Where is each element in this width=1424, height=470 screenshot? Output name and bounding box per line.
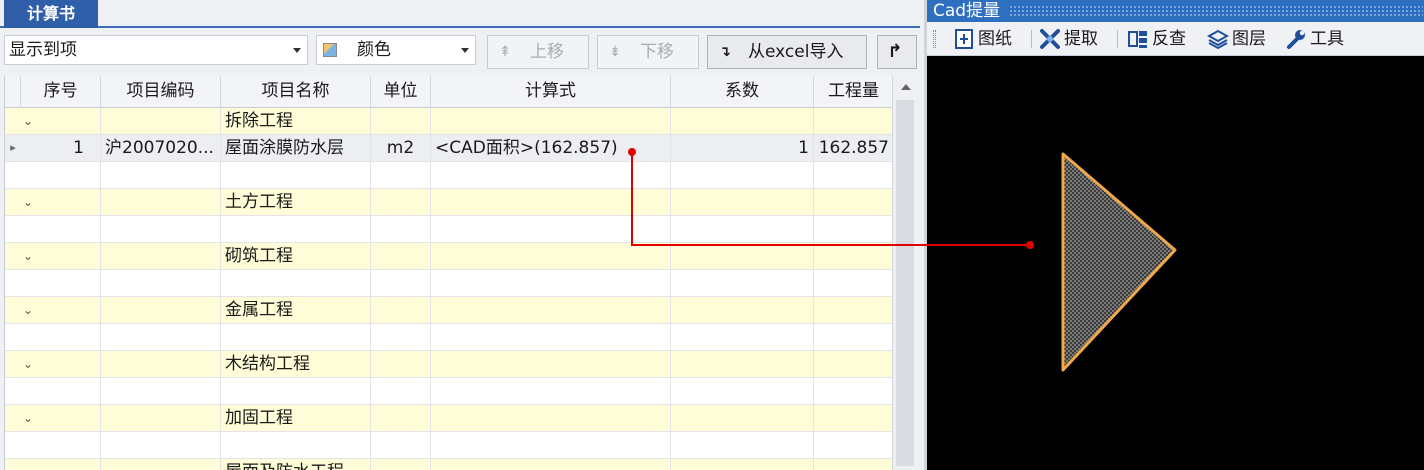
- row-indicator-icon: ▸: [10, 141, 16, 154]
- chevron-down-icon: [293, 48, 301, 53]
- group-row[interactable]: ⌄ 拆除工程: [5, 108, 892, 135]
- tool-extract-button[interactable]: 提取: [1039, 26, 1098, 52]
- display-level-select[interactable]: 显示到项: [4, 35, 308, 65]
- tool-reverse-lookup-button[interactable]: 反查: [1127, 26, 1186, 52]
- cell-unit[interactable]: m2: [371, 135, 431, 162]
- blank-row[interactable]: [5, 162, 892, 189]
- tool-layers-button[interactable]: 图层: [1207, 26, 1266, 52]
- cad-canvas[interactable]: [927, 57, 1424, 470]
- cad-panel-title-bar[interactable]: Cad提量: [927, 0, 1424, 22]
- tool-drawing-button[interactable]: 图纸: [953, 26, 1012, 52]
- import-excel-button[interactable]: ↴ 从excel导入: [707, 35, 867, 69]
- header-formula[interactable]: 计算式: [431, 76, 671, 108]
- selected-roof-area-shape[interactable]: [1061, 152, 1177, 372]
- group-name: 金属工程: [221, 297, 371, 324]
- header-qty[interactable]: 工程量: [814, 76, 892, 108]
- group-name: 木结构工程: [221, 351, 371, 378]
- grid-vertical-scrollbar[interactable]: [892, 76, 918, 470]
- blank-row[interactable]: [5, 270, 892, 297]
- group-name: 加固工程: [221, 405, 371, 432]
- extract-icon: [1040, 29, 1060, 49]
- header-seq[interactable]: 序号: [21, 76, 101, 108]
- color-select[interactable]: 颜色: [316, 35, 476, 65]
- reverse-lookup-icon: [1128, 31, 1147, 48]
- calc-toolbar: 显示到项 颜色 ⇞ 上移 ⇟ 下移 ↴ 从excel导入 ↱: [0, 32, 920, 72]
- cell-name[interactable]: 屋面涂膜防水层: [221, 135, 371, 162]
- tab-strip: 计算书: [0, 0, 920, 28]
- color-swatch-icon: [323, 43, 337, 57]
- import-arrow-icon: ↴: [719, 44, 731, 60]
- group-row[interactable]: ⌄ 砌筑工程: [5, 243, 892, 270]
- move-up-button[interactable]: ⇞ 上移: [487, 35, 589, 69]
- calc-panel: 计算书 显示到项 颜色 ⇞ 上移 ⇟ 下移 ↴ 从excel导入 ↱ 序号 项目…: [0, 0, 920, 470]
- cad-drawing: [1061, 152, 1177, 372]
- cell-coef[interactable]: 1: [671, 135, 814, 162]
- display-level-value: 显示到项: [9, 40, 77, 60]
- group-row[interactable]: ⌄ 加固工程: [5, 405, 892, 432]
- cad-panel: Cad提量 图纸 提取 反查 图层 工具: [924, 0, 1424, 470]
- header-gutter: [5, 76, 21, 108]
- redo-button[interactable]: ↱: [877, 35, 917, 69]
- group-row[interactable]: ⌄ 土方工程: [5, 189, 892, 216]
- group-row[interactable]: ⌄ 屋面及防水工程: [5, 459, 892, 470]
- cell-qty[interactable]: 162.857: [814, 135, 892, 162]
- drawing-icon: [955, 29, 973, 49]
- move-down-button[interactable]: ⇟ 下移: [597, 35, 699, 69]
- header-code[interactable]: 项目编码: [101, 76, 221, 108]
- group-name: 砌筑工程: [221, 243, 371, 270]
- blank-row[interactable]: [5, 432, 892, 459]
- group-name: 拆除工程: [221, 108, 371, 135]
- header-name[interactable]: 项目名称: [221, 76, 371, 108]
- blank-row[interactable]: [5, 378, 892, 405]
- cell-seq[interactable]: 1: [41, 135, 101, 162]
- tool-tools-button[interactable]: 工具: [1285, 26, 1344, 52]
- scroll-thumb[interactable]: [896, 100, 914, 466]
- blank-row[interactable]: [5, 324, 892, 351]
- tab-calc-book[interactable]: 计算书: [4, 0, 98, 28]
- group-row[interactable]: ⌄ 木结构工程: [5, 351, 892, 378]
- calc-grid: 序号 项目编码 项目名称 单位 计算式 系数 工程量 ⌄ 拆除工程 ▸ 1 沪2…: [4, 76, 892, 470]
- redo-arrow-icon: ↱: [887, 41, 903, 62]
- group-row[interactable]: ⌄ 金属工程: [5, 297, 892, 324]
- scroll-up-arrow-icon[interactable]: [901, 84, 911, 90]
- wrench-icon: [1287, 30, 1305, 49]
- header-coef[interactable]: 系数: [671, 76, 814, 108]
- grid-header: 序号 项目编码 项目名称 单位 计算式 系数 工程量: [5, 76, 892, 108]
- cad-panel-title: Cad提量: [933, 1, 1001, 21]
- layers-icon: [1207, 29, 1229, 50]
- header-unit[interactable]: 单位: [371, 76, 431, 108]
- cell-code[interactable]: 沪2007020...: [101, 135, 221, 162]
- group-name: 土方工程: [221, 189, 371, 216]
- cad-toolbar: 图纸 提取 反查 图层 工具: [927, 22, 1424, 56]
- toolbar-grip[interactable]: [933, 30, 936, 48]
- group-name: 屋面及防水工程: [221, 459, 371, 470]
- color-value: 颜色: [357, 40, 391, 60]
- blank-row[interactable]: [5, 216, 892, 243]
- cell-formula[interactable]: <CAD面积>(162.857): [431, 135, 671, 162]
- move-up-icon: ⇞: [499, 44, 511, 60]
- table-row[interactable]: ▸ 1 沪2007020... 屋面涂膜防水层 m2 <CAD面积>(162.8…: [5, 135, 892, 162]
- chevron-down-icon: [461, 48, 469, 53]
- move-down-icon: ⇟: [609, 44, 621, 60]
